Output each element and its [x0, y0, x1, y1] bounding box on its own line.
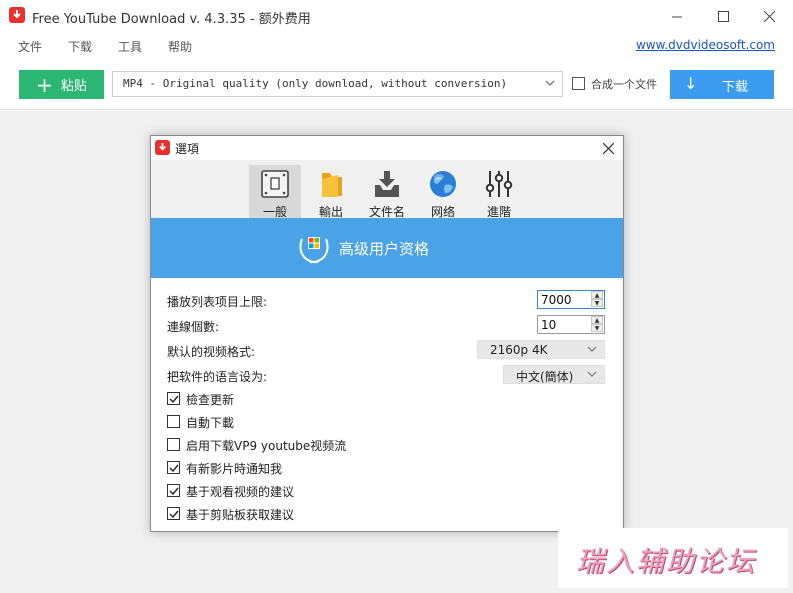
chevron-down-icon — [544, 76, 556, 93]
notify-new-videos-checkbox[interactable] — [167, 461, 180, 474]
app-logo-icon — [155, 140, 170, 155]
general-icon — [261, 170, 289, 198]
menu-download[interactable]: 下载 — [68, 38, 92, 55]
default-format-value: 2160p 4K — [490, 343, 548, 357]
tab-output[interactable]: 輸出 — [305, 165, 357, 219]
toolbar: + 粘贴 MP4 - Original quality (only downlo… — [0, 58, 793, 110]
combine-files-label: 合成一个文件 — [591, 78, 657, 91]
window-title: Free YouTube Download v. 4.3.35 - 额外费用 — [32, 12, 311, 27]
filename-icon — [375, 171, 399, 197]
vp9-checkbox[interactable] — [167, 438, 180, 451]
menu-tools[interactable]: 工具 — [118, 38, 142, 55]
premium-badge-icon — [299, 237, 329, 264]
playlist-limit-value: 7000 — [541, 293, 572, 307]
premium-text: 高级用户资格 — [339, 240, 430, 258]
default-format-dropdown[interactable]: 2160p 4K — [477, 340, 605, 359]
website-link[interactable]: www.dvdvideosoft.com — [636, 38, 775, 52]
auto-download-label: 自動下載 — [186, 416, 235, 430]
minimize-button[interactable] — [654, 0, 700, 32]
vp9-label: 启用下载VP9 youtube视频流 — [186, 439, 347, 453]
menu-help[interactable]: 帮助 — [168, 38, 192, 55]
watch-suggestions-checkbox[interactable] — [167, 484, 180, 497]
clipboard-suggestions-checkbox[interactable] — [167, 507, 180, 520]
spin-up-icon[interactable]: ▲ — [591, 316, 603, 324]
options-dialog: 選項 一般 輸出 文件名 网络 進階 高级用户资格 播放列表项目上限: 7000… — [150, 135, 624, 532]
chevron-down-icon — [586, 342, 598, 359]
close-button[interactable] — [746, 0, 792, 32]
chevron-down-icon — [586, 367, 598, 384]
spin-down-icon[interactable]: ▼ — [591, 324, 603, 332]
watch-suggestions-label: 基于观看视频的建议 — [186, 485, 295, 499]
playlist-limit-label: 播放列表项目上限: — [167, 295, 268, 309]
options-tab-bar: 一般 輸出 文件名 网络 進階 — [151, 160, 623, 219]
watermark: 瑞入辅助论坛 — [558, 528, 788, 588]
premium-banner: 高级用户资格 — [151, 218, 623, 278]
arrow-down-icon: ↓ — [684, 74, 698, 93]
language-dropdown[interactable]: 中文(簡体) — [503, 365, 605, 384]
folder-icon — [322, 173, 342, 197]
title-bar: Free YouTube Download v. 4.3.35 - 额外费用 — [0, 0, 793, 32]
tab-advanced[interactable]: 進階 — [473, 165, 525, 219]
watermark-text: 瑞入辅助论坛 — [576, 545, 757, 578]
sliders-icon — [485, 171, 513, 197]
menu-bar: 文件 下载 工具 帮助 www.dvdvideosoft.com — [0, 32, 793, 58]
tab-general[interactable]: 一般 — [249, 165, 301, 219]
tab-network[interactable]: 网络 — [417, 165, 469, 219]
connections-label: 連線個數: — [167, 320, 220, 334]
menu-file[interactable]: 文件 — [18, 38, 42, 55]
clipboard-suggestions-label: 基于剪贴板获取建议 — [186, 508, 295, 522]
maximize-button[interactable] — [700, 0, 746, 32]
tab-filename[interactable]: 文件名 — [361, 165, 413, 219]
paste-button-label: 粘贴 — [60, 79, 87, 94]
format-select-value: MP4 - Original quality (only download, w… — [123, 77, 508, 90]
spin-up-icon[interactable]: ▲ — [591, 291, 603, 299]
auto-download-checkbox[interactable] — [167, 415, 180, 428]
check-updates-label: 檢查更新 — [186, 393, 235, 407]
download-button-label: 下载 — [722, 80, 749, 95]
globe-icon — [430, 171, 456, 197]
dialog-close-button[interactable] — [597, 137, 619, 159]
format-select[interactable]: MP4 - Original quality (only download, w… — [112, 71, 563, 97]
check-updates-checkbox[interactable] — [167, 392, 180, 405]
plus-icon: + — [36, 72, 53, 97]
dialog-title-bar: 選項 — [151, 136, 623, 160]
app-logo-icon — [9, 7, 25, 23]
notify-new-videos-label: 有新影片時通知我 — [186, 462, 283, 476]
language-value: 中文(簡体) — [516, 370, 574, 384]
dialog-title: 選項 — [175, 142, 200, 156]
playlist-limit-spinner[interactable]: 7000 ▲ ▼ — [537, 290, 605, 309]
combine-files-checkbox[interactable] — [572, 77, 585, 90]
connections-spinner[interactable]: 10 ▲ ▼ — [537, 315, 605, 334]
connections-value: 10 — [541, 318, 557, 332]
download-button[interactable]: ↓ 下载 — [670, 70, 774, 99]
default-format-label: 默认的视频格式: — [167, 345, 256, 359]
spin-down-icon[interactable]: ▼ — [591, 299, 603, 307]
language-label: 把软件的语言设为: — [167, 370, 268, 384]
paste-button[interactable]: + 粘贴 — [19, 70, 104, 99]
